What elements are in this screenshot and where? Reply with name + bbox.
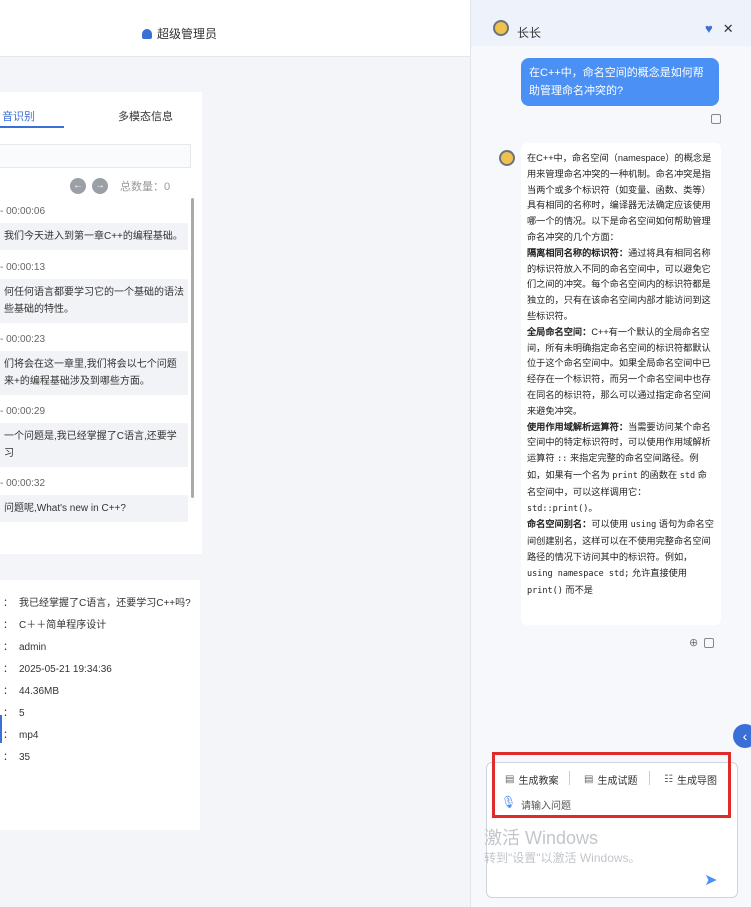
divider [649, 771, 650, 785]
windows-watermark-hint: 转到"设置"以激活 Windows。 [484, 851, 641, 865]
bot-message: 在C++中，命名空间（namespace）的概念是用来管理命名冲突的一种机制。命… [521, 143, 721, 625]
user-name: 超级管理员 [157, 27, 218, 41]
segment-text: 何任何语言都要学习它的一个基础的语法些基础的特性。 [0, 279, 188, 323]
question-input[interactable]: 请输入问题 [521, 797, 571, 812]
answer-point-4: 命名空间别名：可以使用 using 语句为命名空间创建别名，这样可以在不使用完整… [527, 519, 714, 596]
document-icon: ▤ [584, 774, 594, 785]
segment-time: - 00:00:13 [0, 262, 46, 273]
bot-avatar-icon [499, 150, 515, 166]
transcript-card: 音识别 多模态信息 ← → 总数量：0 - 00:00:06 我们今天进入到第一… [0, 92, 202, 554]
list-item[interactable]: - 00:00:06 我们今天进入到第一章C++的编程基础。 [0, 206, 188, 250]
segment-text: 问题呢,What's new in C++? [0, 495, 188, 522]
generate-quiz-button[interactable]: ▤ 生成试题 [584, 772, 637, 787]
send-icon[interactable]: ➤ [704, 870, 726, 889]
segment-text: 一个问题是,我已经掌握了C语言,还要学习 [0, 423, 188, 467]
close-icon[interactable]: ✕ [723, 21, 734, 37]
segment-text: 们将会在这一章里,我们将会以七个问题来+的编程基础涉及到哪些方面。 [0, 351, 188, 395]
segment-time: - 00:00:29 [0, 406, 46, 417]
prev-arrow-icon[interactable]: ← [70, 178, 86, 194]
main-panel: 超级管理员 音识别 多模态信息 ← → 总数量：0 - 00:00:06 我们今… [0, 0, 470, 907]
document-icon: ▤ [505, 774, 515, 785]
scrollbar[interactable] [191, 198, 194, 498]
list-item[interactable]: - 00:00:32 问题呢,What's new in C++? [0, 478, 188, 522]
info-uploader: ： admin [3, 642, 47, 653]
answer-intro: 在C++中，命名空间（namespace）的概念是用来管理命名冲突的一种机制。命… [527, 153, 712, 242]
user-icon [142, 28, 152, 39]
generate-mindmap-button[interactable]: ☷ 生成导图 [664, 772, 717, 787]
info-duration: ： 35 [3, 752, 31, 763]
next-arrow-icon[interactable]: → [92, 178, 108, 194]
list-item[interactable]: - 00:00:29 一个问题是,我已经掌握了C语言,还要学习 [0, 406, 188, 467]
bot-avatar-icon [493, 20, 509, 36]
microphone-icon[interactable]: 🎙 [501, 795, 516, 809]
segment-time: - 00:00:32 [0, 478, 46, 489]
info-format: ： mp4 [3, 730, 39, 741]
tab-multimodal-info[interactable]: 多模态信息 [118, 108, 173, 124]
mindmap-icon: ☷ [664, 774, 673, 785]
info-title: ：我已经掌握了C语言，还要学习C++吗? [3, 598, 191, 609]
chat-header: 长长 ♥ ✕ [471, 0, 751, 46]
regenerate-icon[interactable]: ⊕ [689, 636, 698, 649]
tab-bar: 音识别 多模态信息 [0, 92, 202, 132]
search-input[interactable] [0, 144, 191, 168]
info-upload-time: ： 2025-05-21 19:34:36 [3, 664, 112, 675]
generate-lesson-plan-button[interactable]: ▤ 生成教案 [505, 772, 558, 787]
info-count: ： 5 [3, 708, 25, 719]
info-course: ： C＋＋简单程序设计 [3, 620, 107, 631]
answer-point-1: 隔离相同名称的标识符：通过将具有相同名称的标识符放入不同的命名空间中，可以避免它… [527, 247, 711, 321]
video-info-card: ：我已经掌握了C语言，还要学习C++吗? ： C＋＋简单程序设计 ： admin ：… [0, 580, 200, 830]
active-tab-indicator [0, 126, 64, 128]
user-message: 在C++中，命名空间的概念是如何帮助管理命名冲突的? [521, 58, 719, 106]
segment-time: - 00:00:23 [0, 334, 46, 345]
bot-name: 长长 [517, 26, 542, 40]
total-count: 总数量：0 [120, 181, 171, 193]
list-item[interactable]: - 00:00:13 何任何语言都要学习它的一个基础的语法些基础的特性。 [0, 262, 188, 323]
divider [569, 771, 570, 785]
selection-marker [0, 715, 2, 743]
copy-icon[interactable] [711, 114, 721, 124]
info-size: ： 44.36MB [3, 686, 60, 697]
copy-icon[interactable] [704, 638, 715, 648]
support-icon[interactable]: ♥ [705, 21, 713, 37]
collapse-panel-button[interactable]: ‹ [733, 724, 751, 748]
windows-watermark: 激活 Windows [484, 828, 599, 848]
segment-text: 我们今天进入到第一章C++的编程基础。 [0, 223, 188, 250]
list-item[interactable]: - 00:00:23 们将会在这一章里,我们将会以七个问题来+的编程基础涉及到哪… [0, 334, 188, 395]
pager: ← → 总数量：0 [70, 178, 170, 194]
tab-speech-recognition[interactable]: 音识别 [2, 108, 35, 124]
answer-point-2: 全局命名空间：C++有一个默认的全局命名空间，所有未明确指定命名空间的标识符都默… [527, 326, 711, 416]
answer-point-3: 使用作用域解析运算符：当需要访问某个命名空间中的特定标识符时，可以使用作用域解析… [527, 421, 711, 514]
segment-time: - 00:00:06 [0, 206, 46, 217]
top-bar: 超级管理员 [0, 0, 470, 57]
user-menu[interactable]: 超级管理员 [142, 25, 217, 42]
